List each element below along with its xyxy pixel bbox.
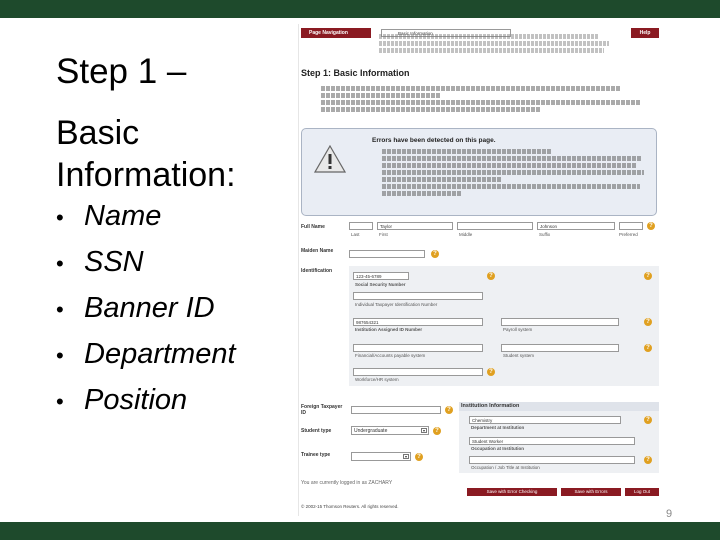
help-question-icon[interactable]: ? [644,272,652,280]
bullet-glyph: • [56,205,64,230]
student-type-select[interactable]: Undergraduate ▾ [351,426,429,435]
bullet-glyph: • [56,251,64,276]
help-question-icon[interactable]: ? [644,416,652,424]
logged-in-text: You are currently logged in as ZACHARY [301,480,393,486]
student-system-input[interactable] [501,344,619,352]
financial-system-input[interactable] [353,344,483,352]
chevron-down-icon: ▾ [421,428,427,433]
itin-input[interactable] [353,292,483,300]
identification-label: Identification [301,268,333,274]
maiden-name-input[interactable] [349,250,425,258]
error-lines [382,149,652,196]
save-with-errors-button[interactable]: Save with Errors [561,488,621,496]
embedded-form-screenshot: Page Navigation Basic Information Help S… [298,24,660,516]
bullet-item: • Position [56,379,236,425]
navigation-help-text [379,34,619,53]
name-sub-label: Last [351,232,360,237]
bullet-list: • Name • SSN • Banner ID • Department • Posit… [56,195,236,425]
foreign-taxpayer-label: Foreign Taxpayer ID [301,404,343,416]
name-sub-label: First [379,232,388,237]
bullet-glyph: • [56,343,64,368]
student-type-label: Student type [301,428,332,434]
preferred-name-input[interactable] [619,222,643,230]
help-question-icon[interactable]: ? [644,456,652,464]
instruction-lines [321,86,651,112]
warning-icon [314,145,346,173]
bullet-text: Name [84,200,162,232]
help-question-icon[interactable]: ? [487,368,495,376]
suffix-input[interactable]: Johnson [537,222,615,230]
workforce-system-label: Workforce/HR system [355,377,399,382]
action-button-bar: Save with Error Checking Save with Error… [467,488,659,496]
full-name-label: Full Name [301,224,325,230]
name-sub-label: Preferred [619,232,638,237]
name-sub-label: Middle [459,232,473,237]
bullet-text: Position [84,384,188,416]
slide-title-line1: Step 1 – [56,52,187,91]
help-question-icon[interactable]: ? [647,222,655,230]
student-type-value: Undergraduate [354,428,388,434]
last-name-input[interactable] [349,222,373,230]
bullet-text: Department [84,338,236,370]
bullet-glyph: • [56,297,64,322]
trainee-type-label: Trainee type [301,452,331,458]
help-question-icon[interactable]: ? [644,344,652,352]
payroll-system-input[interactable] [501,318,619,326]
help-question-icon[interactable]: ? [445,406,453,414]
log-out-button[interactable]: Log Out [625,488,659,496]
bullet-text: Banner ID [84,292,215,324]
bullet-glyph: • [56,389,64,414]
occupation-input[interactable]: Student Worker [469,437,635,445]
slide-number: 9 [666,508,673,520]
occupation-title-input[interactable] [469,456,635,464]
itin-label: Individual Taxpayer Identification Numbe… [355,302,438,307]
first-name-input[interactable]: Taylor [377,222,453,230]
workforce-system-input[interactable] [353,368,483,376]
slide-title: Step 1 – Basic Information: [56,52,286,196]
bullet-item: • Department [56,333,236,379]
bullet-item: • Banner ID [56,287,236,333]
institution-id-label: Institution Assigned ID Number [355,327,423,332]
institution-info-header: Institution Information [459,402,659,411]
help-question-icon[interactable]: ? [431,250,439,258]
bullet-item: • SSN [56,241,236,287]
institution-id-input[interactable]: 987654321 [353,318,483,326]
foreign-taxpayer-input[interactable] [351,406,441,414]
financial-system-label: Financial/Accounts payable system [355,353,426,358]
department-label: Department at Institution [471,425,525,430]
bullet-text: SSN [84,246,144,278]
help-question-icon[interactable]: ? [487,272,495,280]
chevron-down-icon: ▾ [403,454,409,459]
maiden-name-label: Maiden Name [301,248,334,254]
slide-title-line2: Basic Information: [56,114,236,194]
student-system-label: Student system [503,353,535,358]
name-sub-label: Suffix [539,232,551,237]
help-question-icon[interactable]: ? [433,427,441,435]
middle-name-input[interactable] [457,222,533,230]
copyright-text: © 2002-15 Thomson Reuters. All rights re… [301,504,399,509]
occupation-title-label: Occupation / Job Title at Institution [471,465,540,470]
ssn-label: Social Security Number [355,282,406,287]
trainee-type-select[interactable]: ▾ [351,452,411,461]
top-accent-bar [0,0,720,18]
department-input[interactable]: Chemistry [469,416,621,424]
payroll-system-label: Payroll system [503,327,533,332]
help-button[interactable]: Help [631,28,659,38]
error-title: Errors have been detected on this page. [372,137,496,144]
help-question-icon[interactable]: ? [644,318,652,326]
help-question-icon[interactable]: ? [415,453,423,461]
step-title: Step 1: Basic Information [301,68,410,78]
save-with-error-checking-button[interactable]: Save with Error Checking [467,488,557,496]
ssn-input[interactable]: 123-45-6789 [353,272,409,280]
bullet-item: • Name [56,195,236,241]
bottom-accent-bar [0,522,720,540]
occupation-label: Occupation at Institution [471,446,524,451]
error-alert-box: Errors have been detected on this page. [301,128,657,216]
page-navigation-tab[interactable]: Page Navigation [301,28,371,38]
